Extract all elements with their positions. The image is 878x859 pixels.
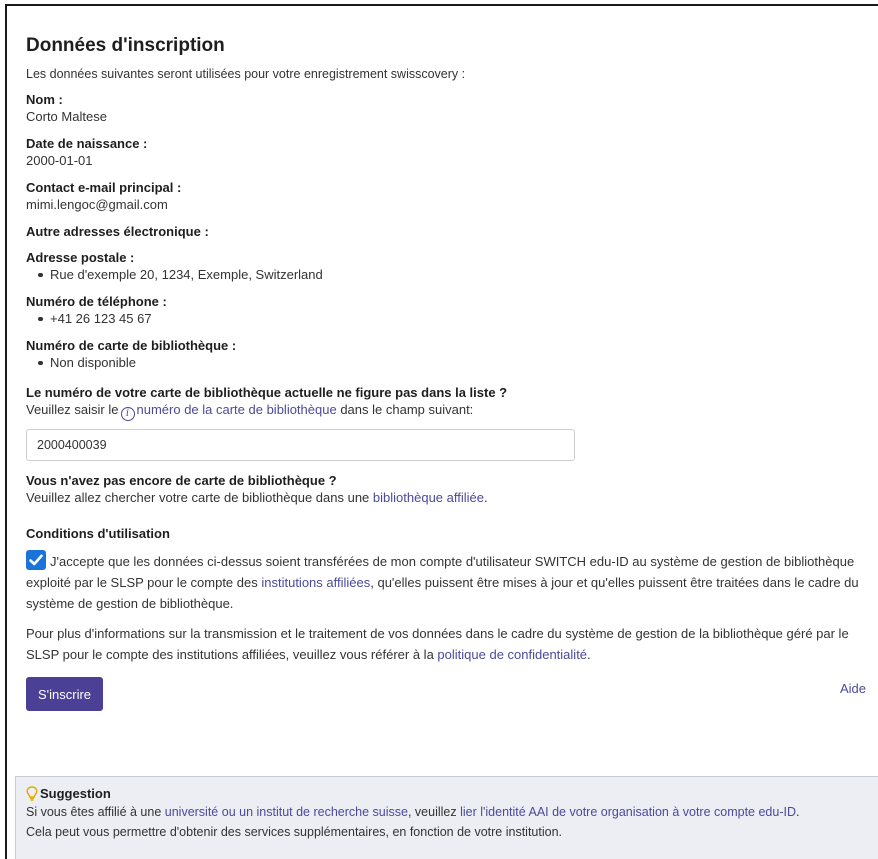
library-card-number-link[interactable]: numéro de la carte de bibliothèque	[137, 402, 337, 417]
info-icon[interactable]: i	[120, 406, 135, 421]
card-missing-prefix: Veuillez saisir le	[26, 401, 119, 417]
phone-label: Numéro de téléphone :	[26, 293, 167, 309]
lightbulb-icon	[26, 786, 38, 801]
suggestion-title-row: Suggestion	[26, 786, 868, 802]
card-missing-instructions: Veuillez saisir le i numéro de la carte de…	[26, 401, 871, 421]
birthdate-field: Date de naissance : 2000-01-01	[26, 135, 871, 170]
suggestion-text-1: Si vous êtes affilié à une	[26, 805, 162, 819]
terms-consent: J'accepte que les données ci-dessus soie…	[26, 550, 871, 614]
swiss-university-link[interactable]: université ou un institut de recherche s…	[165, 805, 408, 819]
action-row: S'inscrire Aide	[26, 677, 871, 713]
email-value: mimi.lengoc@gmail.com	[26, 196, 168, 212]
suggestion-text-3: .	[796, 805, 800, 819]
other-emails-field: Autre adresses électronique :	[26, 223, 871, 240]
name-value: Corto Maltese	[26, 108, 107, 124]
library-card-field: Numéro de carte de bibliothèque : Non di…	[26, 337, 871, 372]
library-card-number-input[interactable]	[26, 428, 575, 461]
page-title: Données d'inscription	[26, 35, 225, 56]
suggestion-title: Suggestion	[40, 786, 111, 801]
checkmark-icon	[29, 554, 43, 566]
name-label: Nom :	[26, 91, 63, 107]
no-card-question: Vous n'avez pas encore de carte de bibli…	[26, 472, 337, 488]
terms-title: Conditions d'utilisation	[26, 525, 170, 541]
no-card-suffix: .	[483, 489, 488, 505]
email-label: Contact e-mail principal :	[26, 179, 182, 195]
privacy-info: Pour plus d'informations sur la transmis…	[26, 623, 871, 665]
postal-address-field: Adresse postale : Rue d'exemple 20, 1234…	[26, 249, 871, 284]
suggestion-box: Suggestion Si vous êtes affilié à une un…	[15, 776, 878, 859]
suggestion-text-2: , veuillez	[407, 805, 457, 819]
register-button[interactable]: S'inscrire	[26, 677, 103, 712]
postal-address-label: Adresse postale :	[26, 249, 135, 265]
phone-field: Numéro de téléphone : +41 26 123 45 67	[26, 293, 871, 328]
no-card-prefix: Veuillez allez chercher votre carte de b…	[26, 489, 370, 505]
affiliated-library-link[interactable]: bibliothèque affiliée	[373, 490, 484, 505]
postal-address-list: Rue d'exemple 20, 1234, Exemple, Switzer…	[36, 266, 871, 284]
postal-address-item: Rue d'exemple 20, 1234, Exemple, Switzer…	[36, 266, 871, 284]
email-field: Contact e-mail principal : mimi.lengoc@g…	[26, 179, 871, 214]
birthdate-label: Date de naissance :	[26, 135, 148, 151]
phone-item: +41 26 123 45 67	[36, 310, 871, 328]
birthdate-value: 2000-01-01	[26, 152, 93, 168]
phone-list: +41 26 123 45 67	[36, 310, 871, 328]
terms-checkbox[interactable]	[26, 550, 46, 571]
library-card-label: Numéro de carte de bibliothèque :	[26, 337, 237, 353]
card-missing-suffix: dans le champ suivant:	[340, 401, 474, 417]
no-card-instructions: Veuillez allez chercher votre carte de b…	[26, 489, 871, 507]
intro-text: Les données suivantes seront utilisées p…	[26, 66, 466, 81]
name-field: Nom : Corto Maltese	[26, 91, 871, 126]
library-card-list: Non disponible	[36, 354, 871, 372]
suggestion-text-4: Cela peut vous permettre d'obtenir des s…	[26, 825, 563, 839]
other-emails-label: Autre adresses électronique :	[26, 223, 209, 239]
privacy-policy-link[interactable]: politique de confidentialité	[437, 647, 587, 662]
link-aai-identity-link[interactable]: lier l'identité AAI de votre organisatio…	[460, 805, 796, 819]
registration-form: Données d'inscription Les données suivan…	[26, 33, 871, 713]
privacy-text-after: .	[587, 647, 591, 663]
help-link[interactable]: Aide	[840, 680, 866, 698]
affiliated-institutions-link[interactable]: institutions affiliées	[261, 575, 370, 590]
library-card-item: Non disponible	[36, 354, 871, 372]
card-missing-question: Le numéro de votre carte de bibliothèque…	[26, 384, 508, 400]
suggestion-text: Si vous êtes affilié à une université ou…	[26, 802, 868, 822]
